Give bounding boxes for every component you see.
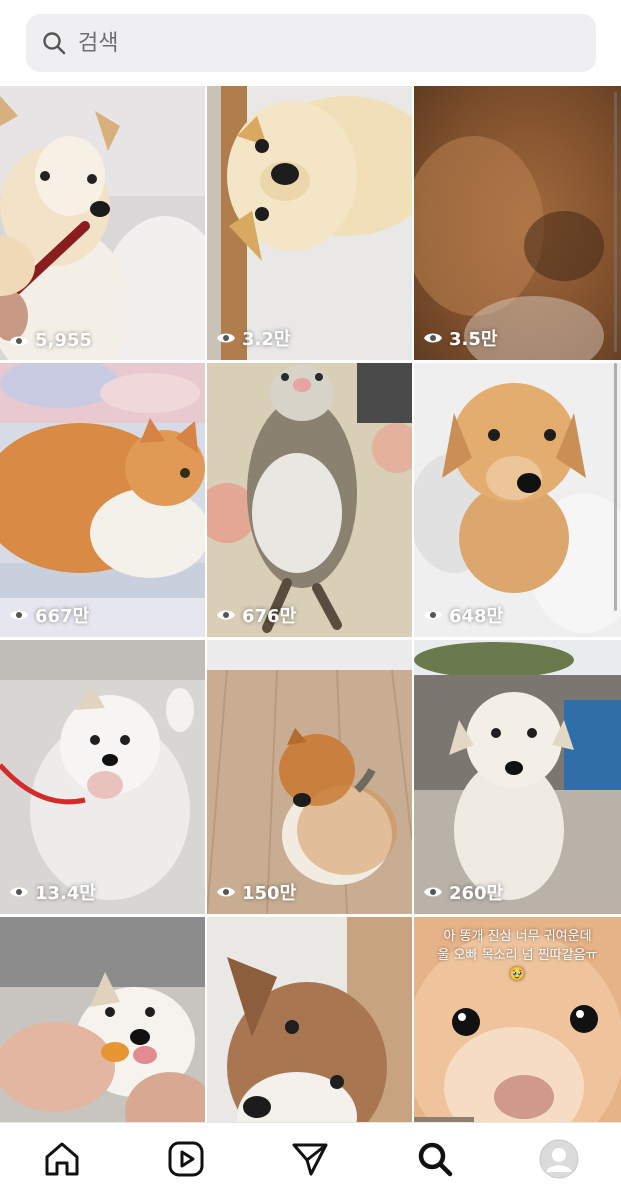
- view-count: 5,955: [9, 330, 92, 351]
- nav-home[interactable]: [32, 1129, 92, 1189]
- home-icon: [45, 1142, 79, 1176]
- eye-icon: [424, 887, 442, 897]
- grid-tile-11[interactable]: [207, 917, 412, 1122]
- tile-image: [414, 86, 621, 360]
- view-count: 260만: [423, 879, 503, 905]
- view-count: 667만: [9, 602, 89, 628]
- eye-icon: [424, 333, 442, 343]
- search-header: [0, 0, 621, 86]
- view-count: 13.4만: [9, 879, 96, 905]
- view-count: 3.5만: [423, 325, 497, 351]
- tile-image: [207, 363, 412, 637]
- grid-tile-6[interactable]: 648만: [414, 363, 621, 637]
- grid-tile-7[interactable]: 13.4만: [0, 640, 205, 914]
- nav-messages[interactable]: [280, 1129, 340, 1189]
- view-count-label: 676만: [242, 606, 297, 627]
- grid-tile-8[interactable]: 150만: [207, 640, 412, 914]
- view-count-label: 3.2만: [242, 329, 291, 350]
- nav-profile[interactable]: [529, 1129, 589, 1189]
- nav-search[interactable]: [405, 1129, 465, 1189]
- eye-icon: [217, 610, 235, 620]
- tile-image: [0, 640, 205, 914]
- explore-grid: 5,955 3.2만 3.5만 667만 676만 648만 13.4만 150…: [0, 86, 621, 1122]
- tile-image: [207, 86, 412, 360]
- send-icon: [292, 1143, 328, 1176]
- eye-icon: [217, 887, 235, 897]
- scrollbar[interactable]: [614, 92, 617, 352]
- grid-tile-3[interactable]: 3.5만: [414, 86, 621, 360]
- bottom-nav: [0, 1122, 621, 1201]
- view-count-label: 3.5만: [449, 329, 498, 350]
- tile-image: [0, 86, 205, 360]
- view-count-label: 260만: [449, 883, 504, 904]
- view-count-label: 667만: [35, 606, 90, 627]
- post-caption: 아 똥개 진심 너무 귀여운데 울 오빠 목소리 넘 찐따같음ㅠ 🥹: [437, 929, 598, 982]
- view-count-label: 648만: [449, 606, 504, 627]
- grid-tile-5[interactable]: 676만: [207, 363, 412, 637]
- tile-image: [0, 363, 205, 637]
- scrollbar[interactable]: [614, 363, 617, 611]
- tile-image: [414, 363, 621, 637]
- grid-tile-9[interactable]: 260만: [414, 640, 621, 914]
- view-count: 150만: [216, 879, 296, 905]
- grid-tile-12[interactable]: 아 똥개 진심 너무 귀여운데 울 오빠 목소리 넘 찐따같음ㅠ 🥹: [414, 917, 621, 1122]
- tile-image: [0, 917, 205, 1122]
- reels-icon: [168, 1141, 204, 1177]
- eye-icon: [10, 610, 28, 620]
- tile-image: [207, 917, 412, 1122]
- view-count-label: 150만: [242, 883, 297, 904]
- eye-icon: [10, 336, 28, 345]
- eye-icon: [217, 333, 235, 343]
- eye-icon: [10, 887, 28, 897]
- profile-avatar-icon: [539, 1139, 579, 1179]
- grid-tile-2[interactable]: 3.2만: [207, 86, 412, 360]
- view-count: 3.2만: [216, 325, 290, 351]
- nav-reels[interactable]: [156, 1129, 216, 1189]
- view-count: 676만: [216, 602, 296, 628]
- tile-image: [414, 640, 621, 914]
- search-icon: [418, 1142, 452, 1177]
- view-count: 648만: [423, 602, 503, 628]
- search-bar[interactable]: [26, 14, 596, 72]
- eye-icon: [424, 610, 442, 620]
- search-input[interactable]: [76, 29, 560, 57]
- grid-tile-4[interactable]: 667만: [0, 363, 205, 637]
- view-count-label: 13.4만: [35, 883, 96, 904]
- view-count-label: 5,955: [35, 330, 92, 351]
- grid-tile-10[interactable]: [0, 917, 205, 1122]
- tile-image: [207, 640, 412, 914]
- grid-tile-1[interactable]: 5,955: [0, 86, 205, 360]
- search-icon: [43, 32, 66, 55]
